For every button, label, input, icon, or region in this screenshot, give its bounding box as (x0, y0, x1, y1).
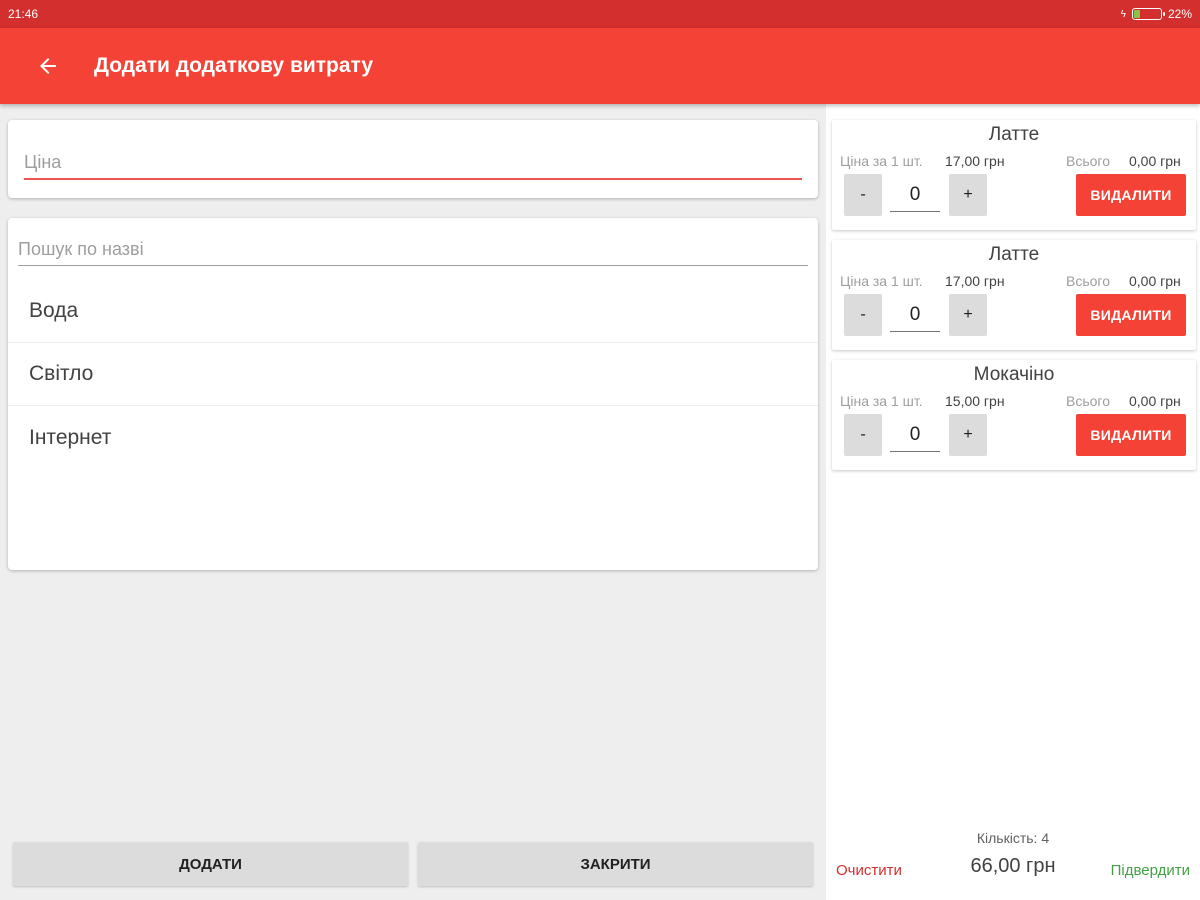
expense-item-svitlo[interactable]: Світло (8, 343, 818, 406)
total-label: Всього (1066, 273, 1111, 289)
quantity-input[interactable] (890, 418, 940, 452)
unit-price-label: Ціна за 1 шт. (840, 153, 923, 169)
increase-quantity-button[interactable]: + (949, 414, 987, 456)
quantity-input[interactable] (890, 298, 940, 332)
expense-item-label: Вода (29, 299, 79, 322)
order-card: Мокачіно Ціна за 1 шт. 15,00 грн Всього … (832, 360, 1196, 470)
status-bar: 21:46 ϟ 22% (0, 0, 1200, 28)
left-pane: Вода Світло Інтернет (0, 104, 826, 900)
total-value: 0,00 грн (1129, 273, 1181, 289)
unit-price-label: Ціна за 1 шт. (840, 393, 923, 409)
order-card: Латте Ціна за 1 шт. 17,00 грн Всього 0,0… (832, 120, 1196, 230)
increase-quantity-button[interactable]: + (949, 294, 987, 336)
delete-button[interactable]: ВИДАЛИТИ (1076, 294, 1186, 336)
expense-item-internet[interactable]: Інтернет (8, 406, 818, 469)
charging-icon: ϟ (1120, 8, 1126, 20)
status-time: 21:46 (8, 7, 39, 21)
order-item-name: Латте (988, 244, 1040, 265)
confirm-button[interactable]: Підвердити (1111, 862, 1190, 879)
delete-button[interactable]: ВИДАЛИТИ (1076, 174, 1186, 216)
order-quantity: Кількість: 4 (976, 830, 1050, 846)
unit-price-value: 17,00 грн (945, 273, 1005, 289)
quantity-input[interactable] (890, 178, 940, 212)
total-label: Всього (1066, 153, 1111, 169)
decrease-quantity-button[interactable]: - (844, 414, 882, 456)
add-button[interactable]: ДОДАТИ (13, 842, 408, 886)
expense-item-vodа[interactable]: Вода (8, 280, 818, 343)
battery-fill (1133, 10, 1141, 18)
search-input[interactable] (18, 234, 808, 266)
increase-quantity-button[interactable]: + (949, 174, 987, 216)
battery-icon (1131, 8, 1165, 20)
order-item-name: Мокачіно (973, 364, 1055, 385)
page-title: Додати додаткову витрату (94, 54, 374, 77)
price-input[interactable] (24, 146, 802, 180)
total-value: 0,00 грн (1129, 153, 1181, 169)
arrow-left-icon (40, 58, 56, 74)
app-bar: Додати додаткову витрату (0, 28, 1200, 104)
order-card: Латте Ціна за 1 шт. 17,00 грн Всього 0,0… (832, 240, 1196, 350)
order-pane: Латте Ціна за 1 шт. 17,00 грн Всього 0,0… (826, 104, 1200, 900)
expense-list-card: Вода Світло Інтернет (8, 218, 818, 570)
expense-item-label: Інтернет (29, 425, 112, 449)
close-button[interactable]: ЗАКРИТИ (418, 842, 813, 886)
unit-price-value: 15,00 грн (945, 393, 1005, 409)
decrease-quantity-button[interactable]: - (844, 174, 882, 216)
decrease-quantity-button[interactable]: - (844, 294, 882, 336)
order-item-name: Латте (988, 124, 1040, 145)
total-label: Всього (1066, 393, 1111, 409)
unit-price-value: 17,00 грн (945, 153, 1005, 169)
price-card (8, 120, 818, 198)
expense-item-label: Світло (29, 362, 94, 385)
status-right: ϟ 22% (1121, 7, 1192, 21)
unit-price-label: Ціна за 1 шт. (840, 273, 923, 289)
battery-percent: 22% (1167, 7, 1192, 21)
total-value: 0,00 грн (1129, 393, 1181, 409)
delete-button[interactable]: ВИДАЛИТИ (1076, 414, 1186, 456)
back-button[interactable] (24, 42, 72, 90)
